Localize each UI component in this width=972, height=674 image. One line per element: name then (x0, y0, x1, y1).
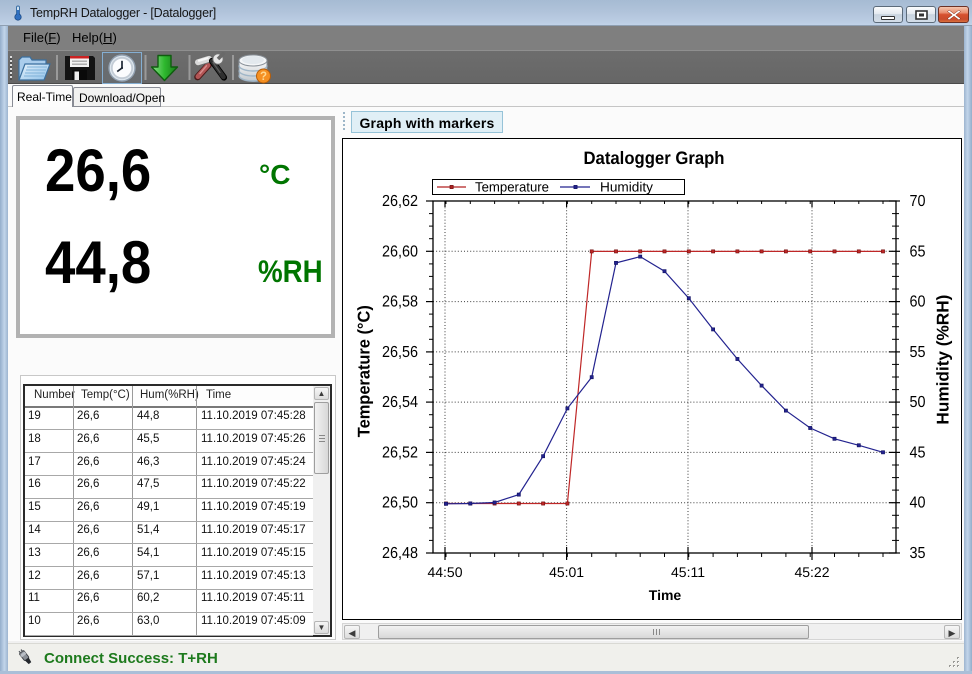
svg-text:26,60: 26,60 (382, 243, 418, 260)
svg-text:26,62: 26,62 (382, 193, 418, 210)
svg-text:Humidity (%RH): Humidity (%RH) (933, 295, 952, 425)
svg-text:26,58: 26,58 (382, 294, 418, 311)
svg-text:Time: Time (649, 587, 682, 603)
svg-text:26,52: 26,52 (382, 444, 418, 461)
svg-text:?: ? (260, 71, 267, 83)
svg-text:Datalogger Graph: Datalogger Graph (584, 148, 725, 168)
svg-text:45:01: 45:01 (549, 564, 584, 580)
svg-text:26,54: 26,54 (382, 394, 418, 411)
svg-text:50: 50 (910, 394, 926, 411)
svg-text:26,50: 26,50 (382, 495, 418, 512)
svg-text:Humidity: Humidity (600, 180, 653, 195)
svg-text:40: 40 (910, 495, 926, 512)
svg-text:60: 60 (910, 294, 926, 311)
svg-text:35: 35 (910, 545, 926, 562)
svg-text:44:50: 44:50 (427, 564, 462, 580)
svg-text:26,56: 26,56 (382, 344, 418, 361)
svg-text:45: 45 (910, 444, 926, 461)
svg-text:70: 70 (910, 193, 926, 210)
svg-text:Temperature (°C): Temperature (°C) (355, 305, 374, 437)
svg-text:Temperature: Temperature (475, 180, 549, 195)
svg-text:45:11: 45:11 (671, 564, 705, 580)
svg-text:45:22: 45:22 (794, 564, 829, 580)
svg-text:55: 55 (910, 344, 926, 361)
svg-text:26,48: 26,48 (382, 545, 418, 562)
svg-text:65: 65 (910, 243, 926, 260)
